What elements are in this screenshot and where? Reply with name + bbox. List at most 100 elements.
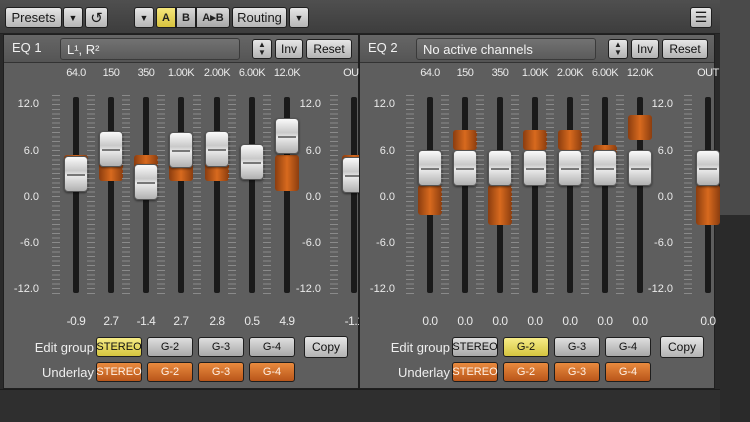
ab-dropdown-button[interactable]: ▼ xyxy=(134,7,154,28)
side-strip-lower xyxy=(720,215,750,422)
band-gain-value: 2.7 xyxy=(103,314,119,328)
fader-knob[interactable] xyxy=(696,150,720,186)
fader-knob[interactable] xyxy=(134,164,158,200)
band-gain-value: 0.0 xyxy=(562,314,578,328)
fader-track xyxy=(73,97,79,293)
side-strip xyxy=(720,0,750,215)
underlay-button[interactable]: G-3 xyxy=(198,362,244,382)
fader-knob[interactable] xyxy=(169,132,193,168)
edit-group-button[interactable]: G-4 xyxy=(249,337,295,357)
fader-ticks xyxy=(193,95,201,295)
fader-knob[interactable] xyxy=(488,150,512,186)
fader-knob[interactable] xyxy=(64,156,88,192)
edit-group-button[interactable]: STEREO xyxy=(96,337,142,357)
routing-button[interactable]: Routing xyxy=(232,7,287,28)
edit-group-button[interactable]: STEREO xyxy=(452,337,498,357)
reset-button[interactable]: Reset xyxy=(306,39,352,59)
fader-underlay-bar xyxy=(628,115,652,140)
band-gain-value: -0.9 xyxy=(66,314,86,328)
eq2-panel: EQ 2 No active channels ▲ ▼ Inv Reset 64.0 150 3… xyxy=(359,34,720,389)
routing-dropdown-button[interactable]: ▼ xyxy=(289,7,309,28)
edit-group-label: Edit group xyxy=(390,340,450,355)
copy-button[interactable]: Copy xyxy=(304,336,348,358)
channel-stepper-icon[interactable]: ▲ ▼ xyxy=(252,39,272,59)
underlay-button[interactable]: G-2 xyxy=(147,362,193,382)
band-frequency-label: 1.00K xyxy=(167,67,195,79)
fader-knob[interactable] xyxy=(453,150,477,186)
fader-track xyxy=(602,97,608,293)
fader-ticks xyxy=(441,95,449,295)
band-frequency-label: 350 xyxy=(137,67,155,79)
band-frequency-label: 12.0K xyxy=(273,67,301,79)
edit-group-button[interactable]: G-2 xyxy=(503,337,549,357)
band-gain-value: 0.0 xyxy=(597,314,613,328)
channel-selector[interactable]: L¹, R² xyxy=(60,38,240,60)
band-fader[interactable] xyxy=(263,95,307,295)
fader-knob[interactable] xyxy=(205,131,229,167)
reset-icon[interactable]: ↺ xyxy=(85,7,108,28)
scale-label: -12.0 xyxy=(369,283,395,295)
underlay-label: Underlay xyxy=(41,365,94,380)
band-frequency-label: 350 xyxy=(491,67,509,79)
underlay-button[interactable]: STEREO xyxy=(96,362,142,382)
underlay-button[interactable]: STEREO xyxy=(452,362,498,382)
fader-knob[interactable] xyxy=(628,150,652,186)
fader-knob[interactable] xyxy=(523,150,547,186)
presets-dropdown-button[interactable]: ▼ xyxy=(63,7,83,28)
edit-group-button[interactable]: G-3 xyxy=(198,337,244,357)
edit-group-button[interactable]: G-2 xyxy=(147,337,193,357)
fader-ticks xyxy=(616,95,624,295)
ab-a-button[interactable]: A xyxy=(156,7,176,28)
band-gain-value: 0.0 xyxy=(492,314,508,328)
reset-button[interactable]: Reset xyxy=(662,39,708,59)
band-frequency-label: 64.0 xyxy=(66,67,86,79)
band-gain-value: 2.7 xyxy=(173,314,189,328)
fader-ticks xyxy=(263,95,271,295)
fader-underlay-bar xyxy=(523,130,547,150)
fader-ticks xyxy=(122,95,130,295)
fader-ticks xyxy=(476,95,484,295)
scale-label: 6.0 xyxy=(23,145,39,157)
underlay-button[interactable]: G-4 xyxy=(605,362,651,382)
fader-knob[interactable] xyxy=(99,131,123,167)
fader-knob[interactable] xyxy=(240,144,264,180)
underlay-button[interactable]: G-4 xyxy=(249,362,295,382)
presets-button[interactable]: Presets xyxy=(5,7,62,28)
underlay-button[interactable]: G-2 xyxy=(503,362,549,382)
channel-stepper-icon[interactable]: ▲ ▼ xyxy=(608,39,628,59)
edit-group-button[interactable]: G-4 xyxy=(605,337,651,357)
band-gain-value: -1.4 xyxy=(136,314,156,328)
eq-plugin-window: { "toolbar": { "presets_label": "Presets… xyxy=(0,0,750,422)
edit-group-button[interactable]: G-3 xyxy=(554,337,600,357)
copy-button[interactable]: Copy xyxy=(660,336,704,358)
scale-label: 12.0 xyxy=(373,98,395,110)
band-frequency-label: 1.00K xyxy=(521,67,549,79)
band-fader[interactable] xyxy=(616,95,660,295)
fader-underlay-bar xyxy=(488,185,512,225)
band-gain-value: 0.5 xyxy=(244,314,260,328)
menu-icon[interactable]: ☰ xyxy=(690,7,712,28)
ab-copy-button[interactable]: A▸B xyxy=(196,7,230,28)
fader-knob[interactable] xyxy=(418,150,442,186)
fader-ticks xyxy=(546,95,554,295)
fader-ticks xyxy=(87,95,95,295)
scale-label: 0.0 xyxy=(379,191,395,203)
fader-track xyxy=(214,97,220,293)
band-frequency-label: 2.00K xyxy=(203,67,231,79)
fader-ticks xyxy=(228,95,236,295)
eq1-panel: EQ 1 L¹, R² ▲ ▼ Inv Reset 64.0 150 350 1.00K 2.00K… xyxy=(3,34,366,389)
band-frequency-label: 150 xyxy=(456,67,474,79)
panel-header: EQ 1 L¹, R² ▲ ▼ Inv Reset xyxy=(4,35,358,63)
fader-track xyxy=(462,97,468,293)
channel-selector[interactable]: No active channels xyxy=(416,38,596,60)
fader-knob[interactable] xyxy=(275,118,299,154)
scale-label: 12.0 xyxy=(17,98,39,110)
ab-b-button[interactable]: B xyxy=(176,7,196,28)
fader-knob[interactable] xyxy=(593,150,617,186)
scale-label: -6.0 xyxy=(20,237,39,249)
invert-button[interactable]: Inv xyxy=(631,39,659,59)
underlay-button[interactable]: G-3 xyxy=(554,362,600,382)
fader-underlay-bar xyxy=(418,185,442,215)
invert-button[interactable]: Inv xyxy=(275,39,303,59)
fader-knob[interactable] xyxy=(558,150,582,186)
